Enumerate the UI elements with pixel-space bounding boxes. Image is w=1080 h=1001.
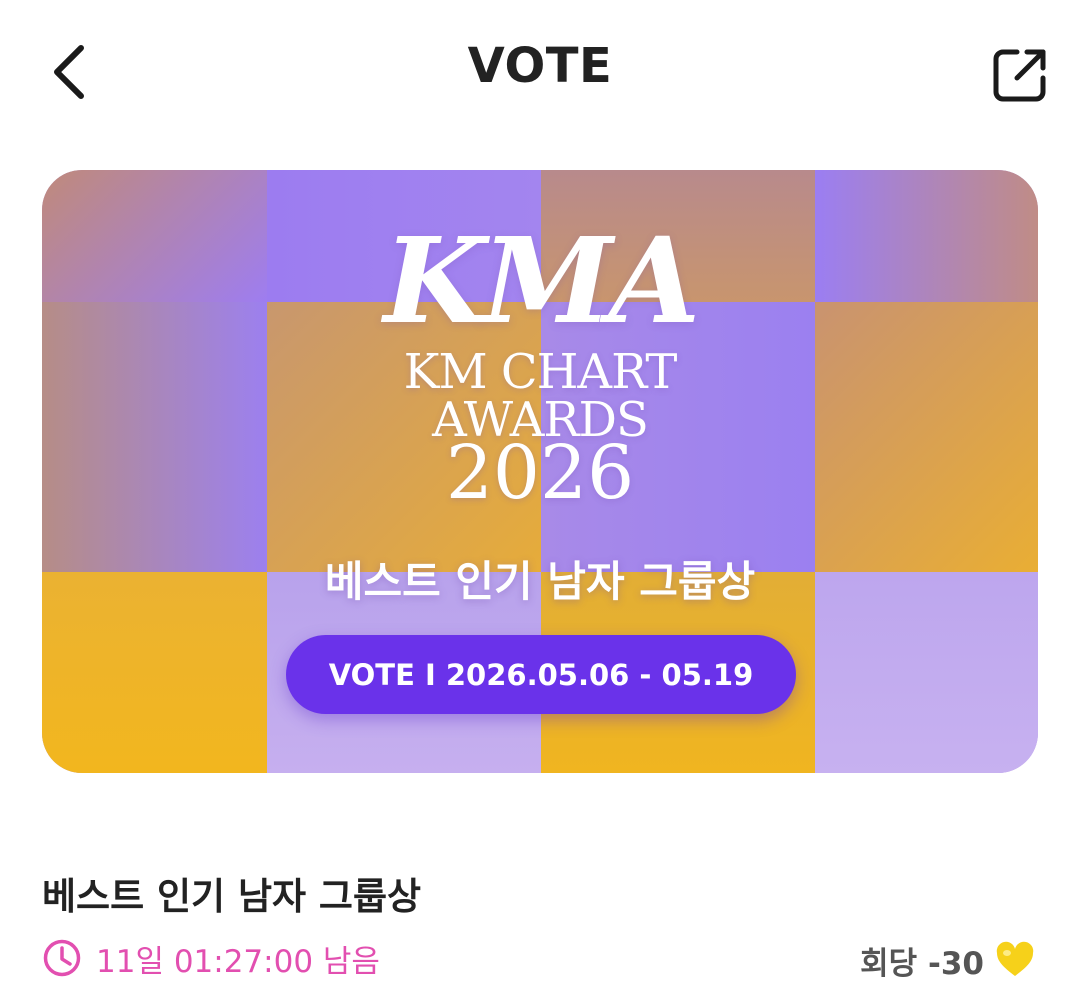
vote-cost: 회당 -30 — [860, 936, 1036, 984]
share-button[interactable] — [980, 35, 1060, 115]
vote-cost-text: 회당 -30 — [860, 945, 984, 982]
banner-year: 2026 — [445, 430, 635, 516]
kma-logo: KMA — [383, 211, 701, 350]
banner-award-name: 베스트 인기 남자 그룹상 — [324, 557, 756, 606]
share-external-icon — [993, 49, 1046, 102]
yellow-heart-icon — [996, 941, 1034, 976]
banner-content: KMA KM CHART AWARDS 2026 베스트 인기 남자 그룹상 V… — [42, 170, 1038, 773]
event-banner[interactable]: KMA KM CHART AWARDS 2026 베스트 인기 남자 그룹상 V… — [42, 170, 1038, 773]
vote-period-pill[interactable]: VOTE I 2026.05.06 - 05.19 — [286, 635, 796, 714]
time-remaining: 11일 01:27:00 남음 — [42, 936, 380, 980]
banner-line-km-chart: KM CHART — [403, 344, 678, 400]
header: VOTE — [0, 0, 1080, 145]
award-title: 베스트 인기 남자 그룹상 — [42, 875, 422, 918]
clock-icon — [43, 939, 81, 977]
time-remaining-text: 11일 01:27:00 남음 — [96, 943, 380, 980]
page-title: VOTE — [467, 38, 613, 94]
